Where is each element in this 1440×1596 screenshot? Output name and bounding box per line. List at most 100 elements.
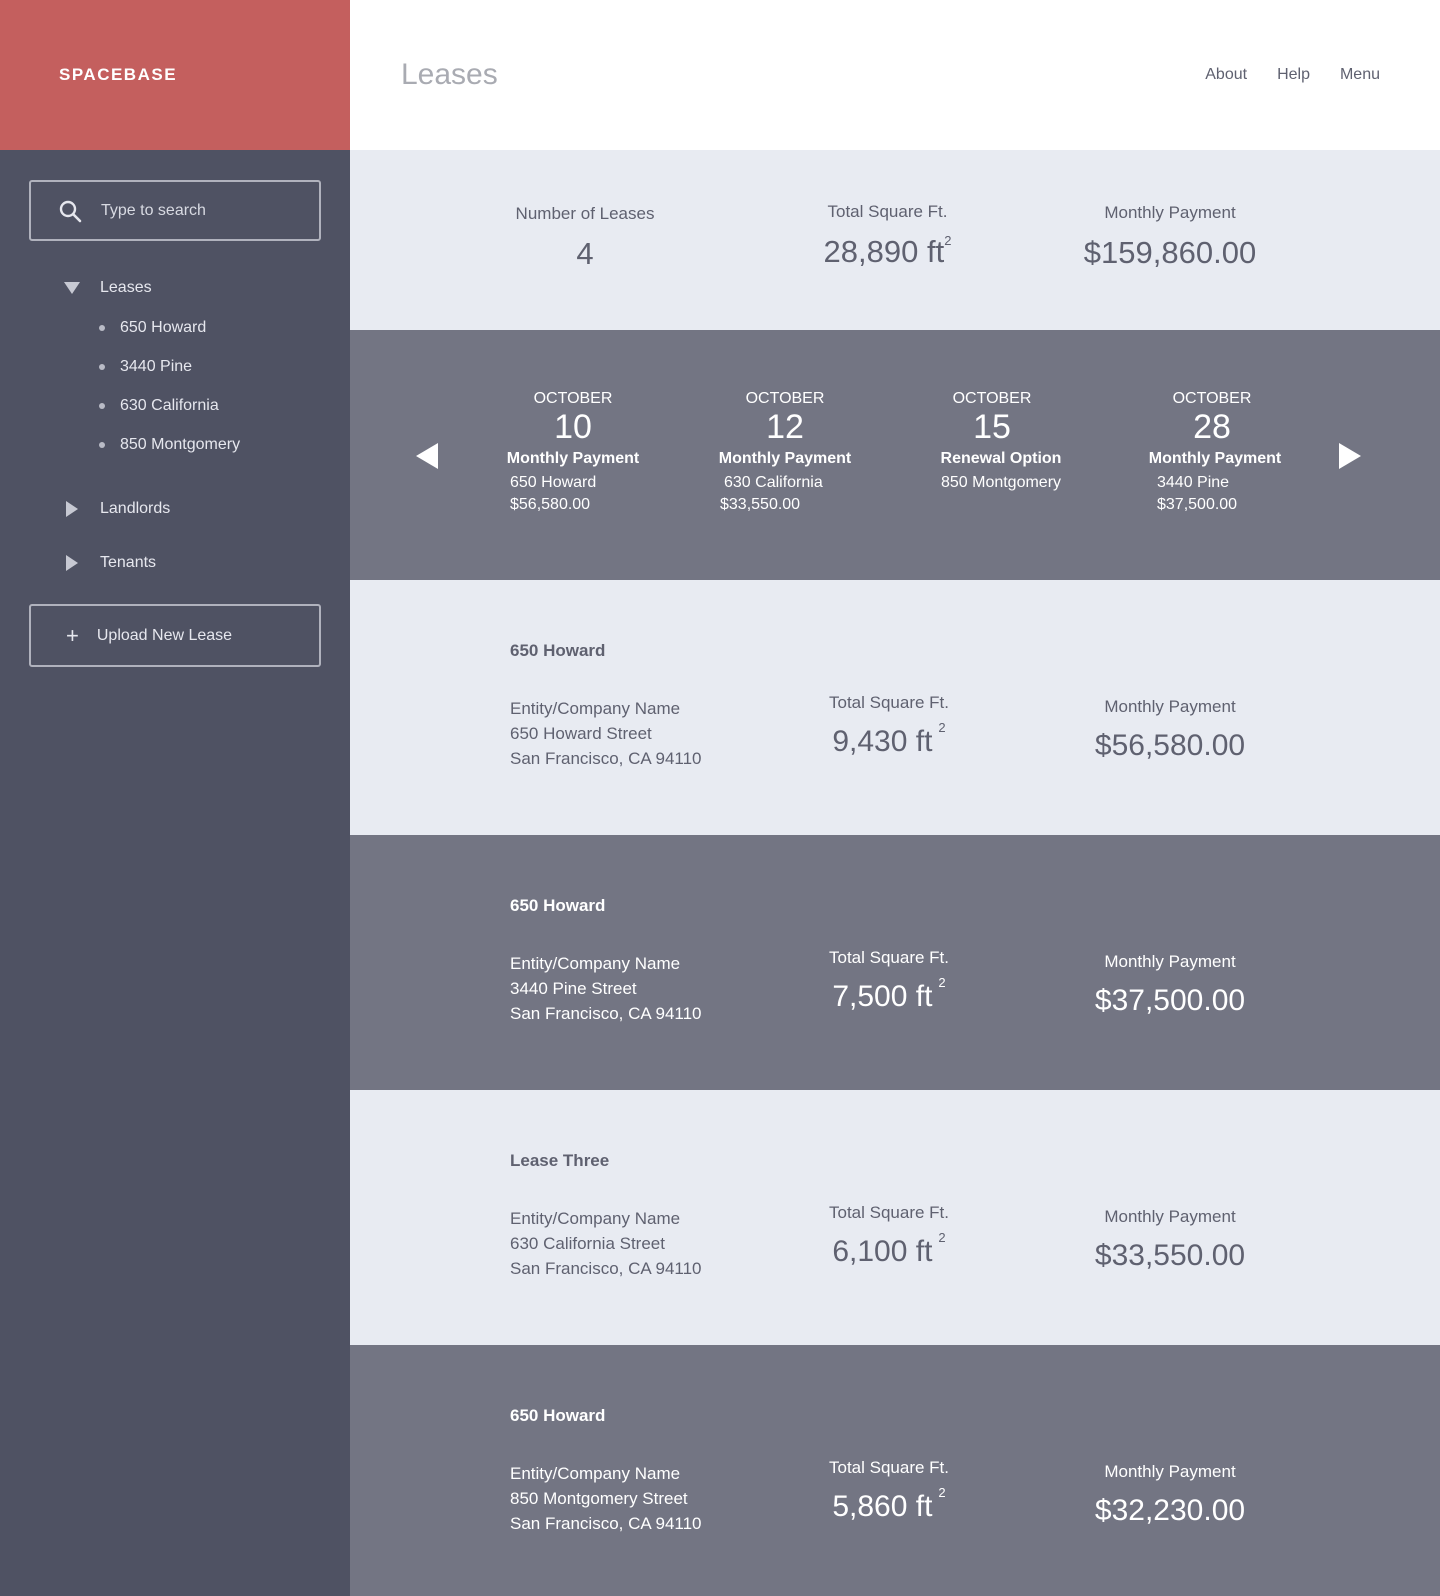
lease-list: 650 Howard 3440 Pine 630 California 850 … [0, 308, 350, 464]
upload-new-lease-button[interactable]: + Upload New Lease [29, 604, 321, 667]
lease-payment: Monthly Payment $32,230.00 [1090, 1462, 1250, 1528]
tree-group-label: Landlords [100, 500, 171, 517]
sqft-value: 5,860 ft [832, 1490, 933, 1523]
event-month: OCTOBER [952, 390, 1032, 407]
nav-help[interactable]: Help [1277, 66, 1310, 84]
sqft-value: 7,500 ft [832, 980, 933, 1013]
search-input[interactable] [101, 201, 301, 220]
event-type: Monthly Payment [1148, 450, 1282, 467]
event-month: OCTOBER [1172, 390, 1252, 407]
payment-label: Monthly Payment [1104, 1462, 1236, 1481]
lease-payment: Monthly Payment $33,550.00 [1090, 1207, 1250, 1273]
lease-card[interactable]: 650 Howard Entity/Company Name 850 Montg… [350, 1345, 1440, 1596]
lease-payment: Monthly Payment $37,500.00 [1090, 952, 1250, 1018]
event-address: 630 California [724, 474, 823, 491]
entity-city: San Francisco, CA 94110 [510, 749, 702, 768]
lease-card[interactable]: Lease Three Entity/Company Name 630 Cali… [350, 1090, 1440, 1345]
timeline-prev-button[interactable] [412, 441, 442, 471]
nav-about[interactable]: About [1205, 66, 1247, 84]
sidebar-tree: Leases 650 Howard 3440 Pine 630 Californ… [0, 270, 350, 581]
entity-street: 650 Howard Street [510, 724, 652, 743]
brand-name: SPACEBASE [59, 65, 178, 84]
event-amount: $33,550.00 [720, 496, 801, 513]
timeline-event[interactable]: OCTOBER 12 Monthly Payment 630 Californi… [700, 390, 870, 514]
arrow-left-icon [416, 443, 438, 469]
bullet-icon [99, 441, 105, 448]
event-amount: $37,500.00 [1157, 496, 1238, 513]
entity-city: San Francisco, CA 94110 [510, 1004, 702, 1023]
sqft-exponent: 2 [938, 1230, 946, 1245]
bullet-icon [99, 324, 105, 331]
sqft-value-wrap: 6,100 ft 2 [820, 1230, 958, 1269]
sqft-value: 6,100 ft [832, 1235, 933, 1268]
entity-street: 630 California Street [510, 1234, 665, 1253]
entity-name: Entity/Company Name [510, 954, 681, 973]
lease-entity: Entity/Company Name 3440 Pine Street San… [510, 951, 702, 1026]
payment-value: $32,230.00 [1094, 1494, 1246, 1527]
caret-right-icon [64, 501, 80, 517]
upload-label: Upload New Lease [96, 626, 233, 644]
bullet-icon [99, 402, 105, 409]
stat-label: Monthly Payment [1104, 203, 1236, 222]
sidebar-item-630-california[interactable]: 630 California [0, 386, 350, 425]
nav-menu[interactable]: Menu [1340, 66, 1380, 84]
stat-total-square-ft: Total Square Ft. 28,890 ft2 [815, 202, 960, 270]
event-month: OCTOBER [745, 390, 825, 407]
event-amount: $56,580.00 [510, 496, 591, 513]
event-day: 12 [766, 408, 804, 446]
sidebar: SPACEBASE Leases 650 Howard 3440 Pine 63… [0, 0, 350, 1596]
timeline-event[interactable]: OCTOBER 28 Monthly Payment 3440 Pine $37… [1127, 390, 1297, 514]
tree-group-label: Tenants [100, 554, 157, 571]
timeline-next-button[interactable] [1335, 441, 1365, 471]
entity-city: San Francisco, CA 94110 [510, 1259, 702, 1278]
sqft-value-wrap: 5,860 ft 2 [820, 1485, 958, 1524]
top-nav: About Help Menu [1205, 66, 1380, 84]
sidebar-item-850-montgomery[interactable]: 850 Montgomery [0, 425, 350, 464]
event-address: 850 Montgomery [940, 474, 1062, 491]
lease-entity: Entity/Company Name 850 Montgomery Stree… [510, 1461, 702, 1536]
main-content: Leases About Help Menu Number of Leases … [350, 0, 1440, 1596]
payment-label: Monthly Payment [1104, 697, 1236, 716]
entity-street: 3440 Pine Street [510, 979, 637, 998]
stat-value: 4 [576, 236, 594, 271]
timeline-event[interactable]: OCTOBER 10 Monthly Payment 650 Howard $5… [488, 390, 658, 514]
sidebar-item-650-howard[interactable]: 650 Howard [0, 308, 350, 347]
payment-label: Monthly Payment [1104, 952, 1236, 971]
search-icon [58, 199, 82, 223]
lease-card[interactable]: 650 Howard Entity/Company Name 3440 Pine… [350, 835, 1440, 1090]
tree-group-leases[interactable]: Leases [0, 270, 350, 306]
plus-icon: + [66, 622, 79, 648]
tree-group-tenants[interactable]: Tenants [0, 545, 350, 581]
entity-name: Entity/Company Name [510, 1464, 681, 1483]
timeline-event[interactable]: OCTOBER 15 Renewal Option 850 Montgomery [907, 390, 1077, 492]
entity-name: Entity/Company Name [510, 1209, 681, 1228]
stat-sqft-value: 28,890 ft [823, 234, 945, 269]
summary-band: Number of Leases 4 Total Square Ft. 28,8… [350, 150, 1440, 330]
event-type: Monthly Payment [718, 450, 852, 467]
event-type: Monthly Payment [506, 450, 640, 467]
event-day: 15 [973, 408, 1011, 446]
payment-value: $37,500.00 [1094, 984, 1246, 1017]
sidebar-item-3440-pine[interactable]: 3440 Pine [0, 347, 350, 386]
brand-logo[interactable]: SPACEBASE [0, 0, 350, 150]
arrow-right-icon [1339, 443, 1361, 469]
event-day: 28 [1193, 408, 1231, 446]
sqft-label: Total Square Ft. [828, 1458, 949, 1477]
caret-down-icon [64, 280, 80, 296]
tree-group-landlords[interactable]: Landlords [0, 491, 350, 527]
sidebar-item-label: 850 Montgomery [120, 435, 241, 453]
lease-name: 650 Howard [510, 641, 606, 660]
stat-monthly-payment: Monthly Payment $159,860.00 [1080, 203, 1260, 271]
lease-name: 650 Howard [510, 1406, 606, 1425]
entity-city: San Francisco, CA 94110 [510, 1514, 702, 1533]
search-box[interactable] [29, 180, 321, 241]
lease-sqft: Total Square Ft. 6,100 ft 2 [820, 1203, 958, 1269]
sqft-label: Total Square Ft. [828, 693, 949, 712]
payment-value: $33,550.00 [1094, 1239, 1246, 1272]
sidebar-item-label: 630 California [120, 396, 219, 414]
lease-card[interactable]: 650 Howard Entity/Company Name 650 Howar… [350, 580, 1440, 835]
event-type: Renewal Option [940, 450, 1062, 467]
lease-payment: Monthly Payment $56,580.00 [1090, 697, 1250, 763]
bullet-icon [99, 363, 105, 370]
caret-right-icon [64, 555, 80, 571]
